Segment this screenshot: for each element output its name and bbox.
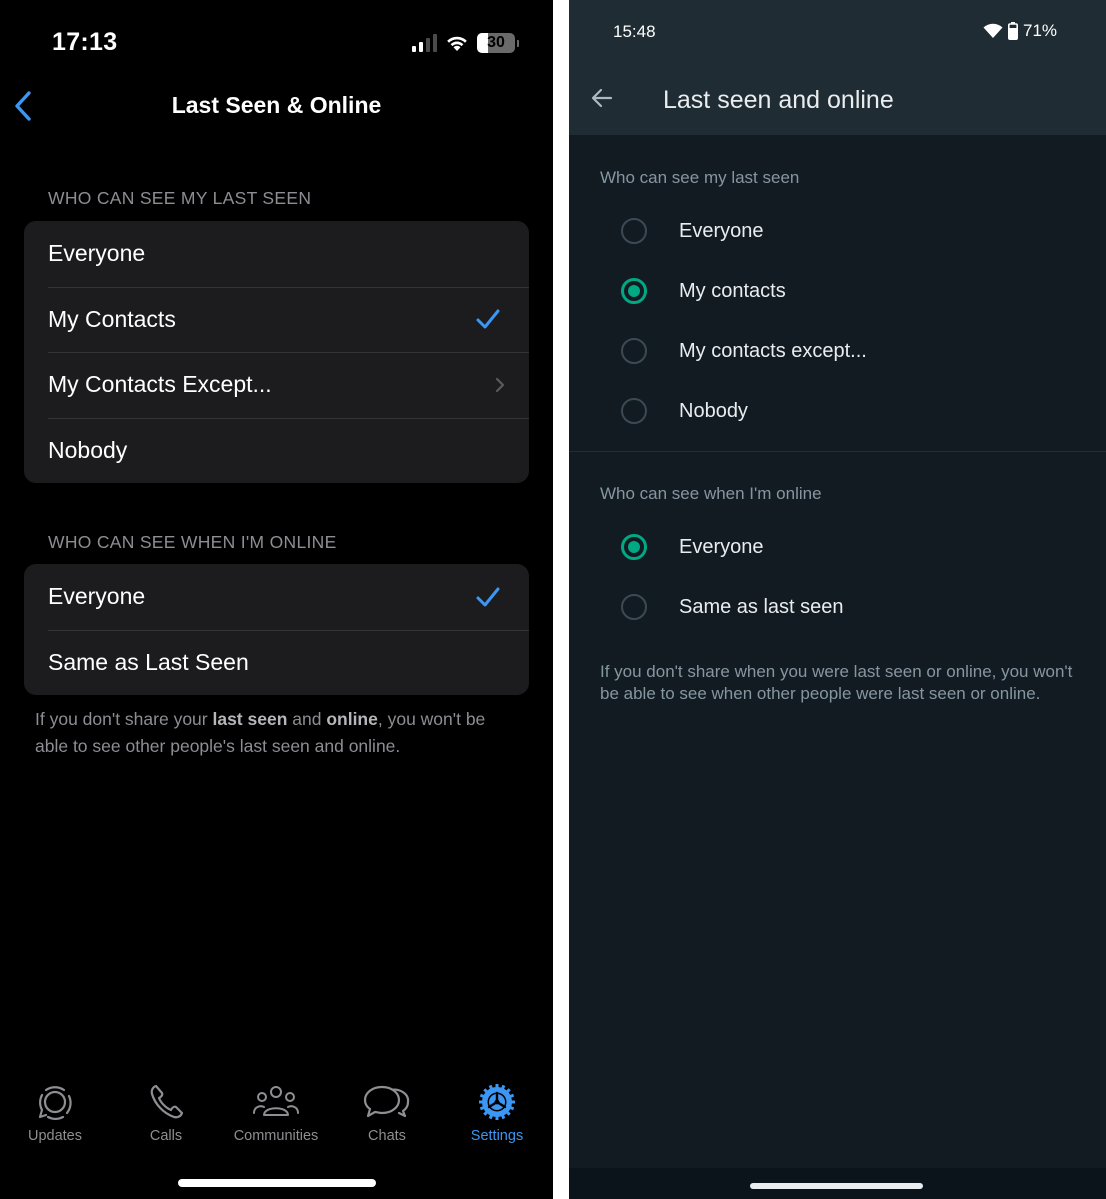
communities-icon — [253, 1086, 299, 1116]
chats-icon — [363, 1085, 410, 1118]
signal-icon — [412, 34, 437, 52]
option-label: My Contacts Except... — [48, 371, 272, 398]
battery-cap — [517, 39, 519, 47]
android-screen: 15:48 71% Last seen and online Who can s… — [569, 0, 1106, 1199]
last-seen-options: Everyone My Contacts My Contacts Except.… — [24, 221, 529, 483]
option-nobody[interactable]: Nobody — [24, 417, 529, 484]
ios-screen: 17:13 30 Last Seen & Online WHO CAN SEE … — [0, 0, 553, 1199]
tab-label: Settings — [470, 1128, 524, 1144]
section-label-online: Who can see when I'm online — [600, 484, 822, 503]
privacy-footnote: If you don't share when you were last se… — [600, 662, 1073, 703]
status-time: 17:13 — [52, 28, 118, 56]
phone-icon — [150, 1084, 184, 1119]
option-nobody[interactable]: Nobody — [569, 381, 1106, 441]
radio-button[interactable] — [621, 398, 647, 424]
home-indicator[interactable] — [750, 1183, 923, 1189]
option-label: Everyone — [679, 219, 764, 242]
footnote-bold: last seen — [212, 709, 288, 729]
option-label: Nobody — [48, 436, 128, 463]
section-divider — [569, 451, 1106, 452]
privacy-footnote: If you don't share your last seen and on… — [35, 706, 505, 759]
option-everyone[interactable]: Everyone — [569, 201, 1106, 261]
home-indicator — [178, 1179, 376, 1187]
option-same-as-last-seen[interactable]: Same as last seen — [569, 577, 1106, 637]
radio-button-selected[interactable] — [621, 278, 647, 304]
wifi-icon — [447, 36, 467, 51]
chevron-right-icon — [495, 377, 505, 392]
footnote-text: If you don't share your — [35, 709, 213, 729]
status-icons: 71% — [983, 21, 1057, 41]
battery-level: 30 — [487, 34, 505, 51]
status-time: 15:48 — [613, 22, 656, 41]
footnote-text: and — [287, 709, 327, 729]
option-same-as-last-seen[interactable]: Same as Last Seen — [24, 629, 529, 696]
radio-button[interactable] — [621, 338, 647, 364]
tab-updates[interactable]: Updates — [0, 1080, 110, 1144]
radio-button-selected[interactable] — [621, 534, 647, 560]
radio-button[interactable] — [621, 594, 647, 620]
arrow-left-icon[interactable] — [590, 86, 614, 110]
tab-settings[interactable]: Settings — [442, 1080, 552, 1144]
section-label-last-seen: Who can see my last seen — [600, 168, 800, 187]
tab-label: Communities — [233, 1128, 319, 1144]
battery-level: 71% — [1023, 21, 1058, 40]
tab-calls[interactable]: Calls — [111, 1080, 221, 1144]
battery-icon: 30 — [477, 33, 515, 53]
option-my-contacts-except[interactable]: My contacts except... — [569, 321, 1106, 381]
tab-label: Calls — [149, 1128, 183, 1144]
page-title: Last Seen & Online — [171, 92, 382, 118]
option-my-contacts-except[interactable]: My Contacts Except... — [24, 352, 529, 418]
system-nav-bar — [569, 1168, 1106, 1199]
tab-label: Updates — [27, 1128, 82, 1144]
online-options: Everyone Same as Last Seen — [24, 564, 529, 695]
option-everyone[interactable]: Everyone — [24, 221, 529, 287]
radio-button[interactable] — [621, 218, 647, 244]
battery-icon — [1008, 22, 1018, 40]
checkmark-icon — [476, 309, 500, 329]
option-my-contacts[interactable]: My Contacts — [24, 286, 529, 353]
option-label: Everyone — [48, 583, 146, 610]
app-header: 15:48 71% Last seen and online — [569, 0, 1106, 135]
section-label-last-seen: WHO CAN SEE MY LAST SEEN — [48, 188, 312, 208]
updates-icon — [38, 1086, 72, 1120]
option-label: Nobody — [679, 399, 748, 422]
option-label: My Contacts — [48, 305, 176, 332]
option-everyone[interactable]: Everyone — [24, 564, 529, 630]
settings-gear-icon — [479, 1084, 515, 1120]
tab-bar: Updates Calls Communities Chats Settings — [0, 1080, 553, 1150]
footnote-bold: online — [326, 709, 378, 729]
option-label: Everyone — [679, 535, 764, 558]
option-everyone[interactable]: Everyone — [569, 517, 1106, 577]
option-label: Everyone — [48, 240, 146, 267]
option-label: Same as last seen — [679, 595, 844, 618]
tab-communities[interactable]: Communities — [221, 1080, 331, 1144]
option-label: Same as Last Seen — [48, 648, 249, 675]
option-label: My contacts except... — [679, 339, 867, 362]
section-label-online: WHO CAN SEE WHEN I'M ONLINE — [48, 532, 337, 552]
option-label: My contacts — [679, 279, 786, 302]
tab-label: Chats — [368, 1128, 406, 1144]
option-my-contacts[interactable]: My contacts — [569, 261, 1106, 321]
tab-chats[interactable]: Chats — [332, 1080, 442, 1144]
page-title: Last seen and online — [663, 86, 894, 114]
status-icons: 30 — [412, 32, 519, 54]
checkmark-icon — [476, 587, 500, 607]
wifi-icon — [983, 23, 1003, 38]
